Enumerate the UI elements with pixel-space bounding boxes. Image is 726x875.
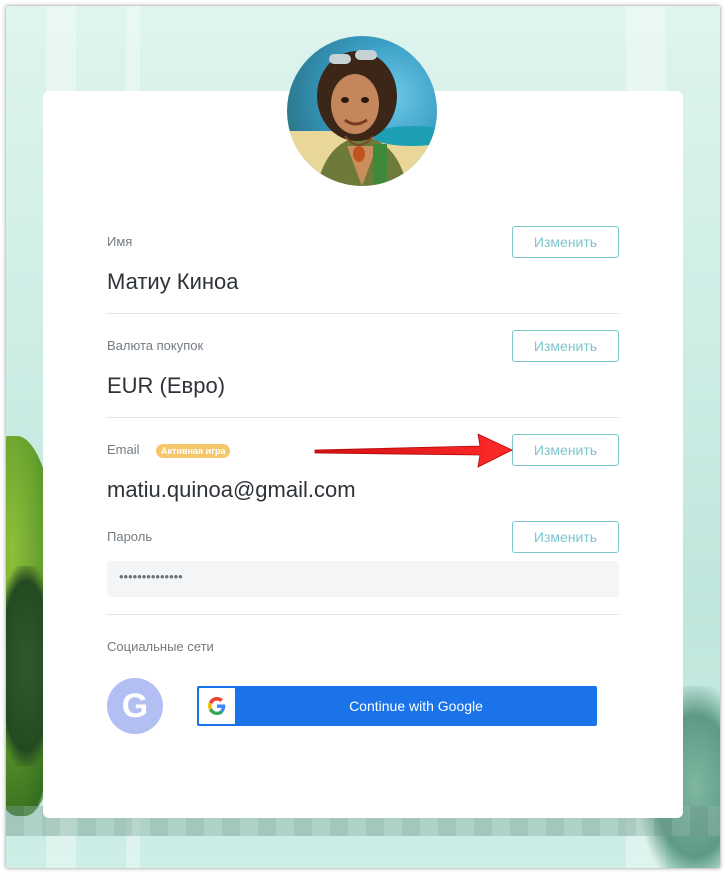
google-button-label: Continue with Google xyxy=(349,698,483,714)
currency-value: EUR (Евро) xyxy=(107,373,226,398)
avatar xyxy=(287,36,437,186)
email-label: Email xyxy=(107,442,140,457)
password-field: •••••••••••••• xyxy=(107,561,619,597)
currency-label: Валюта покупок xyxy=(107,338,204,353)
password-label: Пароль xyxy=(107,529,153,544)
edit-name-button[interactable]: Изменить xyxy=(512,226,619,258)
name-label: Имя xyxy=(107,234,133,249)
password-mask: •••••••••••••• xyxy=(119,569,183,584)
edit-currency-button[interactable]: Изменить xyxy=(512,330,619,362)
google-account-icon: G xyxy=(107,678,163,734)
divider xyxy=(107,614,619,615)
name-value: Матиу Киноа xyxy=(107,269,239,294)
google-logo-icon xyxy=(199,688,235,724)
edit-email-button[interactable]: Изменить xyxy=(512,434,619,466)
continue-with-google-button[interactable]: Continue with Google xyxy=(197,686,597,726)
divider xyxy=(107,313,619,314)
email-value: matiu.quinoa@gmail.com xyxy=(107,477,356,502)
social-label: Социальные сети xyxy=(107,639,214,654)
active-game-badge: Активная игра xyxy=(156,444,231,458)
edit-password-button[interactable]: Изменить xyxy=(512,521,619,553)
divider xyxy=(107,417,619,418)
